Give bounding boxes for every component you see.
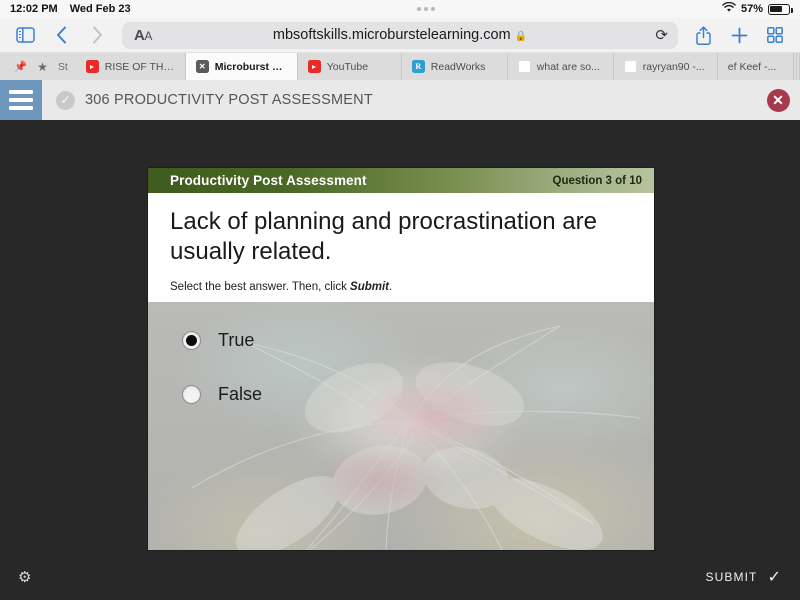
url-text: mbsoftskills.microburstelearning.com 🔒 (272, 27, 528, 43)
tab-label: RISE OF THE... (104, 60, 175, 73)
youtube-icon (307, 60, 321, 73)
dot-icon (424, 7, 429, 11)
pin-icon[interactable]: 📌 (14, 60, 27, 73)
tab-strip-leading-icons: 📌 ★ St (0, 53, 76, 80)
hint-emphasis: Submit (350, 280, 390, 293)
answer-option-true[interactable]: True (182, 330, 654, 351)
tab-ef-keef[interactable]: ef Keef -... (717, 53, 794, 80)
tab-grid-icon[interactable] (760, 21, 790, 49)
tab-rise-of-the[interactable]: RISE OF THE... (75, 53, 186, 80)
submit-label: SUBMIT (705, 570, 758, 584)
check-circle-icon: ✓ (56, 90, 75, 110)
status-bar-center-dots (131, 7, 722, 11)
readworks-icon: R (411, 60, 425, 73)
tab-strip: 📌 ★ St RISE OF THE... ✕ Microburst L... … (0, 53, 800, 80)
tab-label: YouTube (326, 60, 369, 73)
tab-microburst[interactable]: ✕ Microburst L... (185, 53, 298, 80)
answer-option-false[interactable]: False (182, 384, 654, 405)
status-bar-time: 12:02 PM (10, 3, 58, 15)
google-icon: G (623, 60, 637, 73)
tab-rayryan90[interactable]: G rayryan90 -... (613, 53, 718, 80)
dot-icon (417, 7, 422, 11)
reload-icon[interactable]: ⟳ (655, 26, 668, 44)
quiz-slide-header: Productivity Post Assessment Question 3 … (148, 168, 654, 193)
forward-icon (82, 21, 112, 49)
address-bar[interactable]: AAAA mbsoftskills.microburstelearning.co… (122, 21, 678, 49)
microburst-icon: ✕ (195, 60, 209, 73)
share-icon[interactable] (688, 21, 718, 49)
question-text: Lack of planning and procrastination are… (170, 208, 597, 266)
radio-button-true[interactable] (182, 330, 201, 350)
status-bar-left: 12:02 PM Wed Feb 23 (10, 3, 131, 15)
ipad-status-bar: 12:02 PM Wed Feb 23 57% (0, 0, 800, 18)
close-course-button[interactable]: ✕ (756, 80, 800, 120)
answer-label: True (218, 329, 255, 350)
sidebar-icon[interactable] (10, 21, 40, 49)
dot-icon (431, 7, 436, 11)
browser-toolbar: AAAA mbsoftskills.microburstelearning.co… (0, 18, 800, 53)
question-counter: Question 3 of 10 (552, 174, 642, 187)
close-icon: ✕ (766, 88, 790, 112)
lock-icon: 🔒 (514, 31, 528, 42)
answer-label: False (218, 383, 263, 404)
quiz-title: Productivity Post Assessment (170, 173, 367, 188)
back-icon[interactable] (46, 21, 76, 49)
tab-youtube[interactable]: YouTube (297, 53, 402, 80)
tab-readworks[interactable]: R ReadWorks (401, 53, 508, 80)
tab-label: Microburst L... (214, 60, 287, 73)
status-bar-right: 57% (722, 1, 793, 16)
lesson-stage: Productivity Post Assessment Question 3 … (0, 120, 800, 600)
gear-icon[interactable]: ⚙ (18, 568, 31, 586)
tab-label: rayryan90 -... (642, 60, 705, 73)
star-tab-label[interactable]: St (58, 61, 68, 73)
quiz-slide: Productivity Post Assessment Question 3 … (148, 168, 654, 550)
status-bar-date: Wed Feb 23 (69, 3, 131, 15)
hint-after: . (389, 280, 393, 293)
answer-options-list: True False (148, 302, 654, 405)
tab-label: ReadWorks (430, 60, 486, 73)
tab-label: what are so... (536, 60, 600, 73)
star-icon[interactable]: ★ (37, 60, 48, 74)
submit-button[interactable]: SUBMIT ✓ (706, 567, 782, 587)
question-area: Lack of planning and procrastination are… (148, 193, 654, 302)
battery-icon (768, 3, 793, 15)
google-icon: G (517, 60, 531, 73)
wifi-icon (722, 1, 736, 16)
question-hint: Select the best answer. Then, click Subm… (170, 281, 632, 302)
hamburger-menu-icon[interactable] (0, 80, 42, 120)
check-icon: ✓ (767, 569, 782, 586)
player-bottom-bar: ⚙ SUBMIT ✓ (0, 554, 800, 600)
youtube-icon (85, 60, 99, 73)
new-tab-icon[interactable] (724, 21, 754, 49)
answers-area: True False (148, 301, 654, 550)
page-title: 306 PRODUCTIVITY POST ASSESSMENT (85, 92, 373, 108)
course-header-bar: ✓ 306 PRODUCTIVITY POST ASSESSMENT ✕ (0, 80, 800, 120)
battery-percent-label: 57% (740, 3, 763, 15)
hint-before: Select the best answer. Then, click (170, 280, 351, 293)
course-header-main: ✓ 306 PRODUCTIVITY POST ASSESSMENT (42, 80, 756, 120)
radio-button-false[interactable] (182, 384, 201, 404)
tab-what-are-so[interactable]: G what are so... (507, 53, 614, 80)
tab-label: ef Keef -... (727, 60, 777, 73)
